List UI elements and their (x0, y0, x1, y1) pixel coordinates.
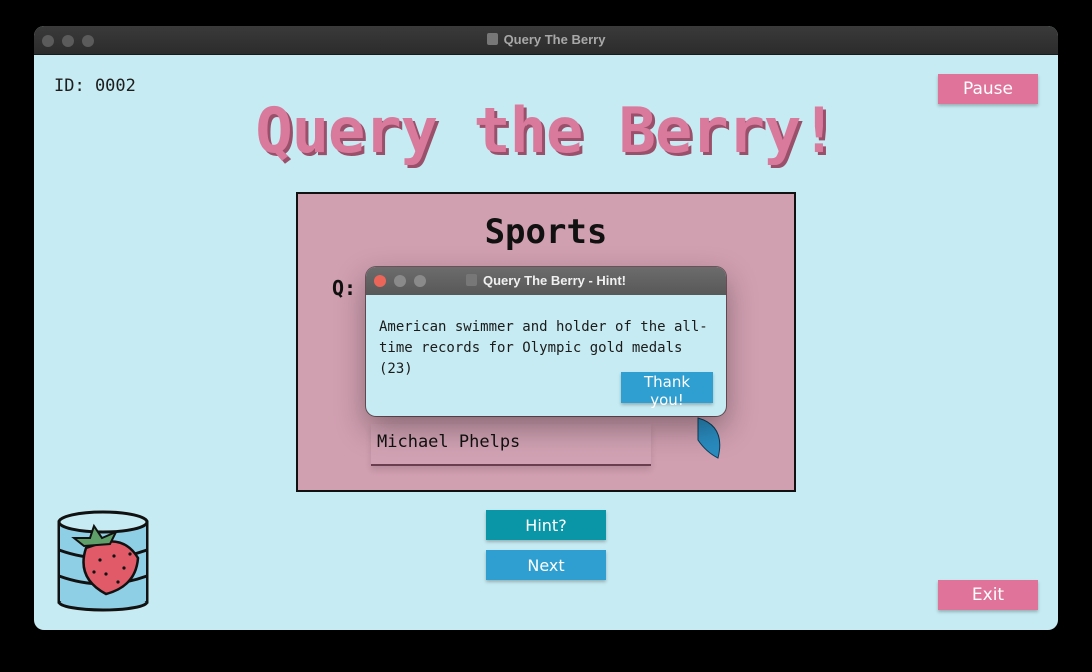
strawberry-database-icon (57, 510, 149, 612)
answer-field[interactable]: Michael Phelps (371, 424, 651, 466)
app-icon (486, 33, 498, 45)
app-title: Query the Berry! (255, 94, 837, 167)
dialog-title-container: Query The Berry - Hint! (366, 273, 726, 288)
thank-you-button[interactable]: Thank you! (621, 372, 713, 409)
hint-dialog: Query The Berry - Hint! American swimmer… (366, 267, 726, 416)
hint-button[interactable]: Hint? (486, 510, 606, 540)
answer-text: Michael Phelps (377, 432, 521, 452)
question-label: Q: (332, 276, 357, 300)
exit-button[interactable]: Exit (938, 580, 1038, 610)
dialog-app-icon (465, 274, 477, 286)
spinner-icon (697, 417, 721, 459)
window-titlebar[interactable]: Query The Berry (34, 26, 1058, 55)
window-title-container: Query The Berry (34, 32, 1058, 47)
hint-text: American swimmer and holder of the all-t… (379, 319, 708, 377)
next-button[interactable]: Next (486, 550, 606, 580)
dialog-title: Query The Berry - Hint! (482, 273, 627, 288)
question-id: ID: 0002 (54, 76, 136, 96)
pause-button[interactable]: Pause (938, 74, 1038, 104)
hint-dialog-titlebar[interactable]: Query The Berry - Hint! (366, 267, 726, 295)
window-title: Query The Berry (503, 32, 606, 47)
category-title: Sports (484, 212, 608, 252)
